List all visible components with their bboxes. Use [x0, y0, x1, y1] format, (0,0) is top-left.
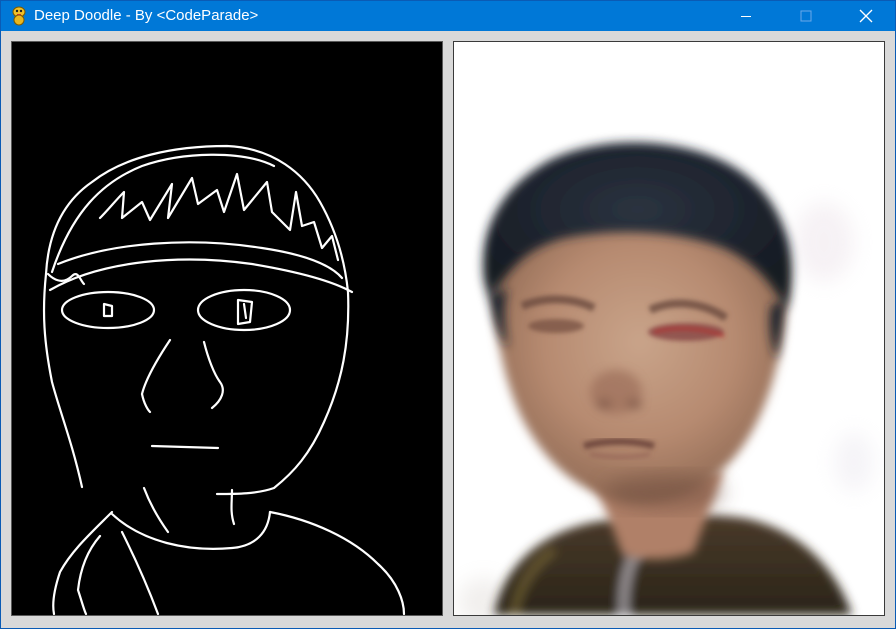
app-window: Deep Doodle - By <CodeParade> — [0, 0, 896, 629]
python-snake-icon — [12, 6, 26, 26]
minimize-icon — [741, 16, 751, 17]
chest-left-stroke — [120, 530, 160, 615]
left-eye-stroke — [60, 290, 156, 330]
nose-right-stroke — [202, 340, 224, 410]
title-bar[interactable]: Deep Doodle - By <CodeParade> — [1, 1, 895, 31]
shoulder-left-stroke — [52, 510, 114, 615]
minimize-button[interactable] — [723, 1, 769, 31]
generated-face-image — [454, 42, 884, 615]
window-title: Deep Doodle - By <CodeParade> — [34, 7, 259, 24]
doodle-canvas[interactable] — [11, 41, 443, 616]
left-pupil-stroke — [102, 302, 114, 318]
headband-bottom-stroke — [48, 258, 354, 294]
maximize-icon — [800, 10, 812, 22]
nose-left-stroke — [140, 338, 172, 414]
neck-left-stroke — [142, 486, 170, 534]
hair-spikes-stroke — [98, 172, 340, 262]
neck-right-stroke — [230, 488, 236, 526]
shoulder-right-stroke — [268, 510, 406, 615]
doodle-drawing — [42, 144, 406, 615]
maximize-button[interactable] — [783, 1, 829, 31]
window-bottom-edge — [1, 623, 895, 628]
collar-stroke — [110, 510, 272, 550]
mouth-stroke — [150, 444, 220, 450]
shoulder-left-inner-stroke — [76, 534, 102, 615]
close-icon — [859, 9, 873, 23]
right-pupil-stroke — [236, 298, 254, 326]
close-button[interactable] — [843, 1, 889, 31]
generated-face-output — [453, 41, 885, 616]
